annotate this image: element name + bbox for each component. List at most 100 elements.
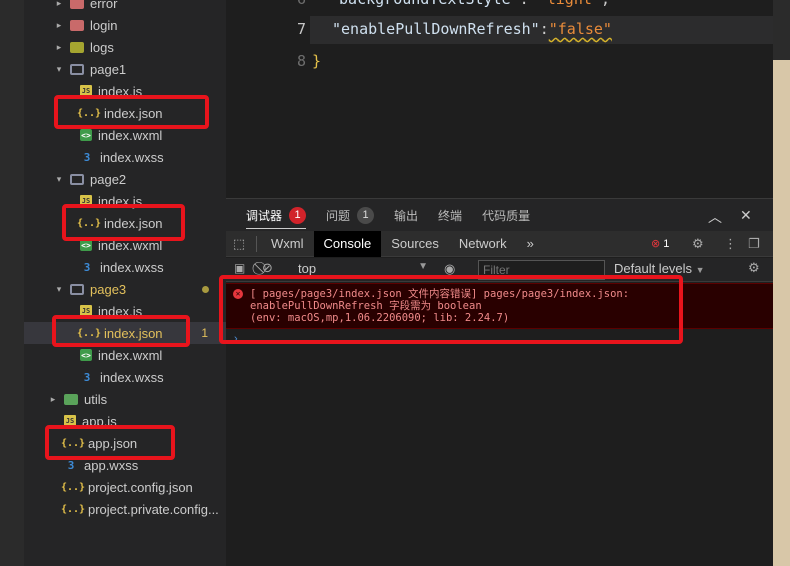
tree-item[interactable]: <> index.wxml: [24, 124, 226, 146]
tab-code-quality[interactable]: 代码质量: [482, 199, 530, 231]
tree-item-label: index.wxml: [98, 127, 163, 143]
chevron-up-icon[interactable]: ︿: [708, 207, 722, 227]
json-file-icon: {..}: [60, 481, 86, 493]
tab-network[interactable]: Network: [449, 231, 517, 257]
tree-item[interactable]: ▸ utils: [24, 388, 226, 410]
tree-item[interactable]: {..} index.json: [24, 102, 226, 124]
tree-item[interactable]: JS app.js: [24, 410, 226, 432]
tab-debugger[interactable]: 调试器 1: [246, 199, 307, 231]
tree-item-label: index.wxml: [98, 347, 163, 363]
tree-item[interactable]: ▾ page1: [24, 58, 226, 80]
tab-problems[interactable]: 问题 1: [326, 199, 375, 231]
folder-open-icon: [70, 63, 84, 75]
tree-item[interactable]: 3 index.wxss: [24, 366, 226, 388]
wxss-file-icon: 3: [83, 370, 91, 384]
tree-item-label: index.json: [104, 325, 163, 341]
eye-icon[interactable]: ◉: [444, 261, 455, 277]
tree-item-label: index.js: [98, 303, 143, 319]
js-file-icon: JS: [64, 415, 76, 427]
tree-item[interactable]: ▾ page3: [24, 278, 226, 300]
more-tabs-icon[interactable]: »: [517, 231, 544, 257]
close-icon[interactable]: ✕: [740, 207, 752, 224]
json-file-icon: {..}: [76, 217, 102, 229]
folder-icon: [70, 19, 84, 31]
tree-item[interactable]: ▾ page2: [24, 168, 226, 190]
tree-item[interactable]: <> index.wxml: [24, 234, 226, 256]
tree-item[interactable]: {..} project.config.json: [24, 476, 226, 498]
wxss-file-icon: 3: [67, 458, 75, 472]
tree-item[interactable]: {..} project.private.config...: [24, 498, 226, 520]
code-line-6[interactable]: "backgroundTextStyle": "light",: [330, 0, 610, 8]
modified-dot: [202, 285, 209, 293]
tree-item-label: app.wxss: [84, 457, 139, 473]
console-settings-icon[interactable]: ⚙: [748, 260, 760, 276]
code-line-8[interactable]: }: [312, 52, 321, 70]
tree-item[interactable]: {..} index.json 1: [24, 322, 226, 344]
console-error-message[interactable]: ✕ [ pages/page3/index.json 文件内容错误] pages…: [226, 283, 773, 329]
chevron-right-icon: ▸: [50, 393, 56, 404]
tree-item-label: index.json: [104, 105, 163, 121]
tab-wxml[interactable]: Wxml: [261, 231, 314, 257]
tree-item[interactable]: JS index.js: [24, 300, 226, 322]
problems-count-badge: 1: [357, 206, 375, 224]
tree-item-label: app.json: [88, 435, 138, 451]
inspect-element-icon[interactable]: ⬚: [226, 236, 252, 252]
code-line-7[interactable]: "enablePullDownRefresh":"false": [332, 20, 612, 38]
code-editor[interactable]: 6 "backgroundTextStyle": "light", 7 "ena…: [226, 0, 773, 198]
dock-icon[interactable]: ❐: [748, 236, 760, 252]
file-explorer: ▸ error ▸ login ▸ logs ▾ page1 JS index.js {..} ind…: [24, 0, 226, 566]
line-number: 6: [266, 0, 306, 8]
sidebar-toggle-icon[interactable]: ▣: [234, 261, 245, 275]
json-value: "light": [538, 0, 601, 8]
tree-item[interactable]: <> index.wxml: [24, 344, 226, 366]
tree-item[interactable]: JS index.js: [24, 190, 226, 212]
context-select[interactable]: top ▼: [298, 261, 428, 276]
tree-item-label: page2: [90, 171, 127, 187]
tree-item-label: project.private.config...: [88, 501, 219, 517]
chevron-right-icon: ▸: [56, 41, 62, 52]
wxss-file-icon: 3: [83, 150, 91, 164]
tree-item[interactable]: 3 index.wxss: [24, 256, 226, 278]
tab-output[interactable]: 输出: [394, 199, 418, 231]
tree-item-label: index.wxss: [100, 149, 164, 165]
json-value-error: "false": [548, 20, 612, 38]
tree-item[interactable]: ▸ logs: [24, 36, 226, 58]
tab-terminal[interactable]: 终端: [438, 199, 462, 231]
wxss-file-icon: 3: [83, 260, 91, 274]
folder-icon: [70, 41, 84, 53]
tree-item-label: error: [90, 0, 118, 11]
console-filter-input[interactable]: [478, 260, 605, 280]
tree-item[interactable]: JS index.js: [24, 80, 226, 102]
tree-item[interactable]: 3 app.wxss: [24, 454, 226, 476]
error-line: [ pages/page3/index.json 文件内容错误] pages/p…: [250, 288, 630, 300]
tree-item[interactable]: 3 index.wxss: [24, 146, 226, 168]
tree-item[interactable]: {..} index.json: [24, 212, 226, 234]
json-comma: ,: [601, 0, 610, 8]
gear-icon[interactable]: ⚙: [692, 236, 704, 252]
error-counter[interactable]: ⊗ 1: [651, 237, 669, 250]
tree-item[interactable]: {..} app.json: [24, 432, 226, 454]
tree-item-label: index.wxml: [98, 237, 163, 253]
tree-item-label: login: [90, 17, 118, 33]
tab-sources[interactable]: Sources: [381, 231, 449, 257]
problem-count-badge: 1: [201, 326, 208, 340]
tree-item-label: index.wxss: [100, 369, 164, 385]
editor-scrollbar[interactable]: [773, 0, 790, 566]
console-prompt[interactable]: ›: [234, 333, 238, 345]
tree-item-label: index.js: [98, 83, 143, 99]
chevron-right-icon: ▸: [56, 0, 62, 8]
tree-item-label: logs: [90, 39, 114, 55]
kebab-menu-icon[interactable]: ⋮: [724, 236, 737, 252]
line-number: 8: [296, 52, 306, 70]
clear-console-icon[interactable]: ⃠⊘: [262, 260, 273, 276]
tree-item[interactable]: ▸ login: [24, 14, 226, 36]
console-filter-bar: ▣ ⃠⊘ top▼ ◉ Default levels ▼ ⚙: [226, 258, 773, 282]
tree-item[interactable]: ▸ error: [24, 0, 226, 14]
log-levels-select[interactable]: Default levels ▼: [614, 261, 705, 276]
wxml-file-icon: <>: [80, 239, 92, 251]
tree-item-label: index.js: [98, 193, 143, 209]
folder-open-icon: [70, 283, 84, 295]
chevron-down-icon: ▾: [56, 283, 62, 294]
tab-console[interactable]: Console: [313, 230, 382, 257]
tree-item-label: page3: [90, 281, 127, 297]
